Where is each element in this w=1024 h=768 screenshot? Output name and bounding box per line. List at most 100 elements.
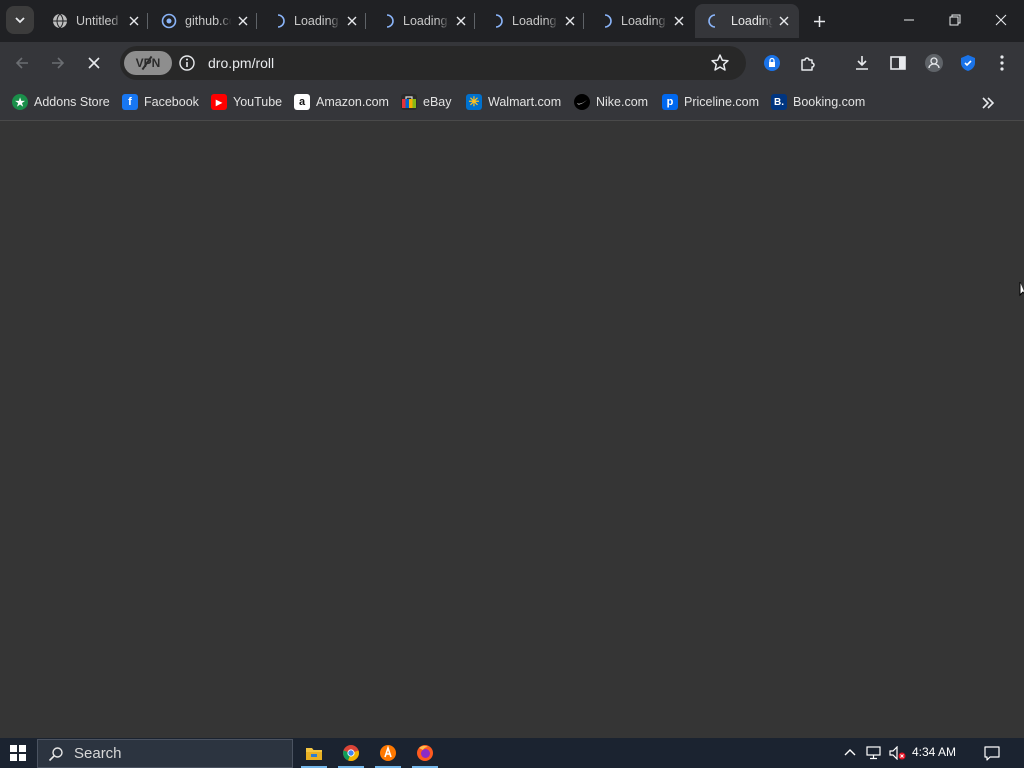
profile-button[interactable] [920,49,948,77]
security-extension-button[interactable] [954,49,982,77]
close-window-button[interactable] [978,0,1024,40]
new-tab-button[interactable] [808,10,830,32]
firefox-icon [417,745,433,761]
info-icon[interactable] [178,54,196,72]
tab-loading-active[interactable]: Loading... [695,4,799,38]
tab-close-button[interactable] [343,12,361,30]
network-tray-button[interactable] [864,738,884,768]
arrow-left-icon [15,57,28,69]
tab-search-button[interactable] [6,6,34,34]
tab-loading[interactable]: Loading... [258,4,367,38]
spinner-icon [386,14,394,28]
side-panel-button[interactable] [884,49,912,77]
lock-extension-button[interactable] [758,49,786,77]
spinner-icon [495,14,503,28]
page-content[interactable] [0,121,1024,738]
tab-divider [147,13,148,29]
puzzle-icon [801,57,815,71]
close-icon [88,57,100,69]
facebook-icon: f [122,94,138,110]
bookmark-label: Nike.com [596,95,649,109]
bookmark-priceline[interactable]: p Priceline.com [662,93,759,111]
extensions-button[interactable] [794,49,822,77]
address-bar[interactable]: VPN dro.pm/roll [120,46,746,80]
taskbar-firefox[interactable] [407,738,443,768]
tab-loading[interactable]: Loading... [476,4,585,38]
close-icon [565,16,575,26]
close-icon [779,16,789,26]
nike-icon [574,94,590,110]
tab-close-button[interactable] [670,12,688,30]
tab-divider [583,13,584,29]
bookmark-label: Booking.com [793,95,866,109]
ebay-icon [401,94,417,110]
close-icon [238,16,248,26]
tab-close-button[interactable] [775,12,793,30]
downloads-button[interactable] [848,49,876,77]
url-text[interactable]: dro.pm/roll [208,55,274,71]
tab-loading[interactable]: Loading... [585,4,694,38]
booking-icon: B. [771,94,787,110]
close-icon [674,16,684,26]
tab-github[interactable]: github.com [149,4,258,38]
search-label: Search [74,745,122,762]
start-button[interactable] [0,738,36,768]
vpn-button[interactable]: VPN [124,51,172,75]
taskbar-file-explorer[interactable] [296,738,332,768]
taskbar-chrome[interactable] [333,738,369,768]
globe-icon [53,13,67,29]
minimize-button[interactable] [886,0,932,40]
forward-button[interactable] [44,49,72,77]
chevron-double-right-icon[interactable] [978,93,998,113]
close-icon [129,16,139,26]
tab-close-button[interactable] [561,12,579,30]
minimize-icon [904,19,914,21]
tab-untitled[interactable]: Untitled [40,4,149,38]
bookmark-label: YouTube [233,95,283,109]
bookmark-addons-store[interactable]: ★ Addons Store [12,93,110,111]
taskbar-search[interactable]: Search [37,739,293,768]
tab-close-button[interactable] [452,12,470,30]
bookmark-facebook[interactable]: f Facebook [122,93,199,111]
avast-icon [380,745,396,761]
action-center-icon [984,746,1000,761]
close-icon [456,16,466,26]
file-explorer-icon [306,748,322,760]
chevron-up-icon [844,749,856,756]
bookmark-booking[interactable]: B. Booking.com [771,93,865,111]
download-icon [856,56,868,70]
taskbar-avast[interactable] [370,738,406,768]
stop-loading-button[interactable] [80,49,108,77]
youtube-icon: ▶ [211,94,227,110]
tab-divider [474,13,475,29]
restore-button[interactable] [932,0,978,40]
notifications-button[interactable] [980,738,1004,768]
bookmark-amazon[interactable]: a Amazon.com [294,93,389,111]
browser-toolbar: VPN dro.pm/roll [0,42,1024,84]
tab-loading[interactable]: Loading... [367,4,476,38]
tab-strip: Untitled github.com Loading... Loading..… [0,0,1024,42]
bookmark-ebay[interactable]: eBay [401,93,452,111]
volume-tray-button[interactable] [887,738,909,768]
tab-title: Untitled [76,14,119,28]
bookmark-label: Addons Store [34,95,110,109]
bookmark-youtube[interactable]: ▶ YouTube [211,93,282,111]
priceline-icon: p [662,94,678,110]
bookmark-star-icon[interactable] [710,53,730,73]
tab-title: Loading... [621,14,670,28]
volume-muted-icon [889,746,906,760]
network-icon [866,746,881,760]
show-hidden-icons-button[interactable] [840,738,860,768]
tab-title: Loading... [403,14,452,28]
bookmark-label: Amazon.com [316,95,389,109]
tab-close-button[interactable] [234,12,252,30]
bookmark-nike[interactable]: Nike.com [574,93,648,111]
tab-close-button[interactable] [125,12,143,30]
back-button[interactable] [8,49,36,77]
chevron-down-icon [15,17,25,24]
bookmark-walmart[interactable]: ✳ Walmart.com [466,93,561,111]
clock-time[interactable]: 4:34 AM [912,745,956,759]
tab-divider [256,13,257,29]
github-icon [161,13,177,29]
menu-button[interactable] [988,49,1016,77]
